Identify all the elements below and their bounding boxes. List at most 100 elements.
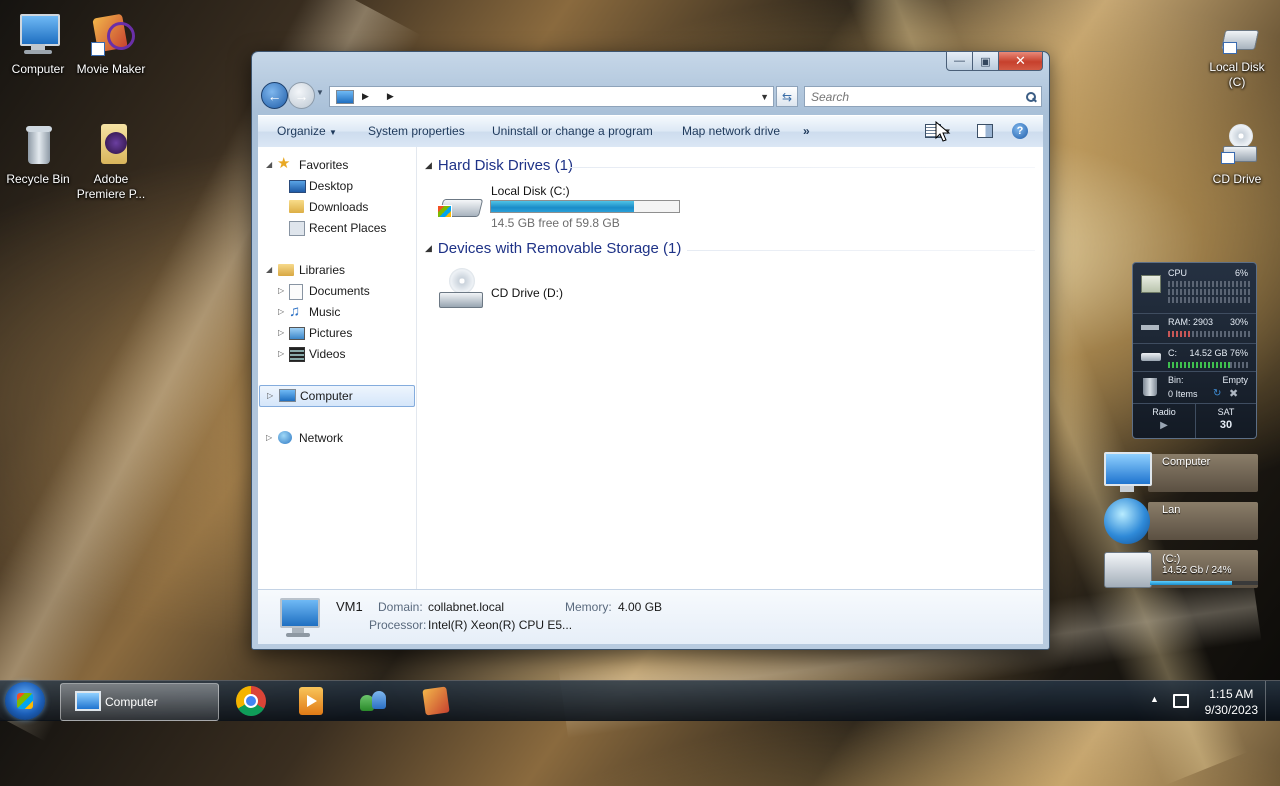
address-bar[interactable]: ▶ ▶ ▼ [329,86,774,107]
nav-network[interactable]: ▷ Network [258,428,416,448]
nav-favorites[interactable]: ◢ ★ Favorites [258,155,416,175]
network-icon [278,431,292,444]
forward-arrow-icon: → [294,87,309,104]
expand-arrow-icon[interactable]: ▷ [278,281,284,301]
more-commands-button[interactable]: » [803,116,810,147]
taskbar-item-media-player[interactable] [294,683,330,719]
taskbar-item-computer[interactable]: Computer [60,683,219,721]
refresh-icon[interactable]: ↻ [1213,388,1221,399]
desktop-icon-computer[interactable]: Computer [0,12,76,77]
nav-libraries[interactable]: ◢ Libraries [258,260,416,280]
network-tray-icon[interactable] [1173,694,1189,708]
minimize-button[interactable]: — [946,51,973,71]
taskbar-item-movie-maker[interactable] [418,683,454,719]
navigation-bar: ← → ▼ ▶ ▶ ▼ ⇆ [258,79,1043,111]
disk-gadget[interactable]: (C:) 14.52 Gb / 24% [1104,546,1258,588]
back-button[interactable]: ← [261,82,288,109]
premiere-icon [87,122,135,168]
drive-name: CD Drive (D:) [491,286,563,300]
disk-value: 14.52 GB 76% [1189,348,1248,358]
search-icon[interactable] [1026,91,1037,102]
search-input[interactable] [809,88,1013,105]
close-button[interactable]: ✕ [999,51,1043,71]
cd-drive-icon [1213,122,1261,168]
breadcrumb-separator-icon[interactable]: ▶ [362,91,369,102]
show-desktop-button[interactable] [1265,681,1280,721]
cpu-chip-icon [1141,275,1161,293]
recycle-bin-icon [14,122,62,168]
nav-desktop[interactable]: Desktop [258,176,416,196]
nav-recent-places[interactable]: Recent Places [258,218,416,238]
music-icon: ♫ [289,303,301,320]
refresh-button[interactable]: ⇆ [776,86,798,107]
expand-arrow-icon[interactable]: ▷ [278,344,284,364]
start-button[interactable] [5,682,45,720]
lan-gadget[interactable]: Lan [1104,498,1258,544]
collapse-arrow-icon[interactable]: ◢ [425,243,432,253]
desktop-icon-cd-drive[interactable]: CD Drive [1199,122,1275,187]
collapse-arrow-icon[interactable]: ◢ [266,155,272,175]
show-hidden-icons-button[interactable]: ▲ [1150,694,1159,704]
expand-arrow-icon[interactable]: ▷ [267,386,273,406]
drive-local-disk-c[interactable]: Local Disk (C:) 14.5 GB free of 59.8 GB [431,183,681,233]
desktop-icon-local-disk[interactable]: Local Disk (C) [1199,18,1275,90]
clock-date: 9/30/2023 [1204,703,1258,717]
computer-name: VM1 [336,599,363,614]
processor-label: Processor: [369,618,427,632]
clock[interactable]: 1:15 AM 9/30/2023 [1205,686,1258,718]
collapse-arrow-icon[interactable]: ◢ [266,260,272,280]
cpu-row: CPU 6% [1133,265,1256,311]
group-title: Hard Disk Drives (1) [437,157,573,174]
search-box[interactable] [804,86,1042,107]
nav-label: Videos [309,347,346,361]
desktop-icon-label: Computer [11,62,65,76]
recycle-bin-icon [1143,378,1157,396]
disk-meter-free [1230,362,1250,368]
expand-arrow-icon[interactable]: ▷ [278,302,284,322]
group-header-removable[interactable]: ◢ Devices with Removable Storage (1) [425,240,681,260]
nav-computer[interactable]: ▷ Computer [259,385,415,407]
ram-row: RAM: 2903 30% [1133,313,1256,342]
ram-value: 30% [1229,317,1248,327]
expand-arrow-icon[interactable]: ▷ [266,428,272,448]
desktop-icon-adobe-premiere[interactable]: Adobe Premiere P... [73,122,149,202]
nav-documents[interactable]: ▷ Documents [258,281,416,301]
desktop-icon-recycle-bin[interactable]: Recycle Bin [0,122,76,187]
forward-button[interactable]: → [288,82,315,109]
map-network-drive-button[interactable]: Map network drive [682,116,780,147]
uninstall-program-button[interactable]: Uninstall or change a program [492,116,653,147]
maximize-button[interactable]: ▣ [973,51,999,71]
recent-pages-dropdown[interactable]: ▼ [316,88,324,97]
mouse-cursor-icon [935,121,951,142]
expand-arrow-icon[interactable]: ▷ [278,323,284,343]
breadcrumb-separator-icon[interactable]: ▶ [387,91,394,102]
drive-name: Local Disk (C:) [491,184,570,198]
disk-usage-bar [490,200,680,213]
system-monitor-gadget[interactable]: CPU 6% RAM: 2903 30% C: 14.52 GB 76% Bin… [1132,262,1257,439]
nav-downloads[interactable]: Downloads [258,197,416,217]
address-dropdown-icon[interactable]: ▼ [760,92,769,102]
nav-videos[interactable]: ▷ Videos [258,344,416,364]
nav-pictures[interactable]: ▷ Pictures [258,323,416,343]
processor-value: Intel(R) Xeon(R) CPU E5... [428,618,573,632]
organize-menu[interactable]: Organize ▼ [277,116,337,147]
desktop-icon-label: Premiere P... [76,187,146,201]
computer-gadget[interactable]: Computer [1104,450,1258,492]
hard-drive-icon [1141,353,1161,361]
taskbar-item-messenger[interactable] [356,683,392,719]
footer-row: Radio ▶ SAT 30 [1133,403,1256,438]
collapse-arrow-icon[interactable]: ◢ [425,160,432,170]
desktop-icon-label: Adobe [93,172,129,186]
group-header-hard-disks[interactable]: ◢ Hard Disk Drives (1) [425,157,573,177]
nav-music[interactable]: ▷ ♫ Music [258,302,416,322]
help-button[interactable]: ? [1009,122,1031,140]
desktop-icon-movie-maker[interactable]: Movie Maker [73,12,149,77]
preview-pane-button[interactable] [974,122,996,140]
system-properties-button[interactable]: System properties [368,116,465,147]
memory-value: 4.00 GB [618,600,663,614]
desktop-icon-label: Local Disk [1209,60,1265,74]
radio-button[interactable]: Radio ▶ [1133,404,1196,438]
taskbar-item-chrome[interactable] [233,683,269,719]
drive-cd-d[interactable]: CD Drive (D:) [431,266,631,316]
empty-bin-icon[interactable]: ✖ [1229,387,1238,400]
